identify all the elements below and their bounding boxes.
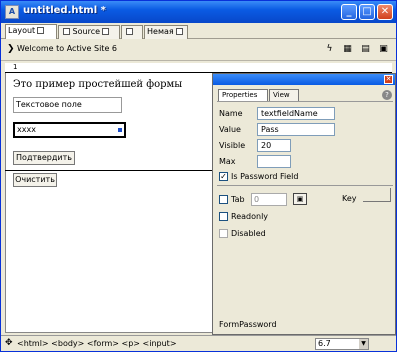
tab-icon	[175, 28, 183, 35]
tab-icon	[37, 27, 45, 34]
visible-label: Visible	[219, 141, 246, 150]
text-field[interactable]: Текстовое поле	[13, 97, 122, 113]
close-icon[interactable]: ✕	[384, 75, 393, 84]
password-field-label: Is Password Field	[231, 172, 299, 181]
app-icon: A	[5, 5, 19, 19]
tab-properties[interactable]: Properties	[218, 89, 268, 101]
minimize-button[interactable]: _	[341, 4, 357, 20]
zoom-value: 6.7	[318, 339, 331, 348]
readonly-label: Readonly	[231, 212, 269, 221]
window-title: untitled.html *	[23, 5, 106, 16]
tab-icon	[63, 28, 70, 35]
move-icon[interactable]: ✥	[5, 338, 13, 348]
form-password-label: FormPassword	[219, 320, 277, 329]
key-field[interactable]	[363, 188, 391, 202]
password-value: xxxx	[17, 125, 36, 134]
inspector-panel: ✕ Properties View ? Name textfieldName V…	[212, 73, 396, 335]
help-icon[interactable]: ?	[382, 90, 392, 100]
visible-field[interactable]: 20	[257, 139, 291, 152]
readonly-checkbox[interactable]	[219, 212, 228, 221]
tab-index-field[interactable]: 0	[251, 193, 287, 206]
form-heading: Это пример простейшей формы	[13, 79, 183, 90]
title-bar[interactable]: A untitled.html * _ □ ✕	[1, 1, 396, 23]
tab-label: Source	[72, 27, 101, 36]
maximize-button[interactable]: □	[359, 4, 375, 20]
disabled-label: Disabled	[231, 229, 266, 238]
password-field-checkbox[interactable]: ✓	[219, 172, 228, 181]
tab-layout[interactable]: Layout	[5, 24, 57, 40]
app-window: A untitled.html * _ □ ✕ Layout Source Не…	[0, 0, 397, 352]
table-icon[interactable]: ▦	[341, 43, 354, 56]
horizontal-rule	[5, 170, 215, 171]
max-field[interactable]	[257, 155, 291, 168]
tab-view[interactable]: View	[269, 89, 299, 101]
max-label: Max	[219, 157, 236, 166]
value-field[interactable]: Pass	[257, 123, 335, 136]
keypad-icon[interactable]: ▣	[293, 193, 307, 205]
close-button[interactable]: ✕	[377, 4, 393, 20]
disabled-checkbox[interactable]	[219, 229, 228, 238]
tab-split[interactable]	[121, 25, 143, 39]
view-tabs: Layout Source Немая ▶	[1, 23, 396, 58]
password-field[interactable]: xxxx	[13, 122, 126, 138]
tab-icon	[102, 28, 110, 35]
tab-preview[interactable]: Немая	[144, 25, 188, 39]
value-label: Value	[219, 125, 241, 134]
tab-label: Tab	[231, 195, 245, 204]
tab-source[interactable]: Source	[58, 25, 120, 39]
frame-icon[interactable]: ▣	[377, 43, 390, 56]
chevron-down-icon[interactable]: ▼	[359, 339, 368, 349]
list-icon[interactable]: ▤	[359, 43, 372, 56]
chevron-right-icon[interactable]: ❯	[7, 44, 15, 54]
tab-label: Немая	[147, 27, 174, 36]
reset-button[interactable]: Очистить	[13, 173, 57, 187]
ruler-mark: 1	[13, 63, 18, 71]
tab-checkbox[interactable]	[219, 195, 228, 204]
split-icon	[126, 28, 133, 35]
submit-button[interactable]: Подтвердить	[13, 151, 75, 165]
zoom-select[interactable]: 6.7 ▼	[315, 338, 369, 350]
lightning-icon[interactable]: ϟ	[323, 43, 336, 56]
page-title: Welcome to Active Site 6	[17, 44, 117, 53]
key-label: Key	[342, 194, 357, 203]
resize-handle[interactable]	[118, 128, 122, 132]
ruler: 1	[5, 63, 392, 73]
tag-path[interactable]: <html> <body> <form> <p> <input>	[17, 339, 177, 348]
name-label: Name	[219, 109, 243, 118]
inspector-title-bar[interactable]: ✕	[213, 74, 395, 85]
tab-label: Layout	[8, 26, 36, 35]
divider	[217, 101, 393, 102]
page-toolbar: ❯ Welcome to Active Site 6 ϟ ▦ ▤ ▣	[1, 39, 396, 61]
name-field[interactable]: textfieldName	[257, 107, 335, 120]
divider	[217, 185, 393, 186]
status-bar: ✥ <html> <body> <form> <p> <input> 6.7 ▼	[1, 335, 396, 351]
